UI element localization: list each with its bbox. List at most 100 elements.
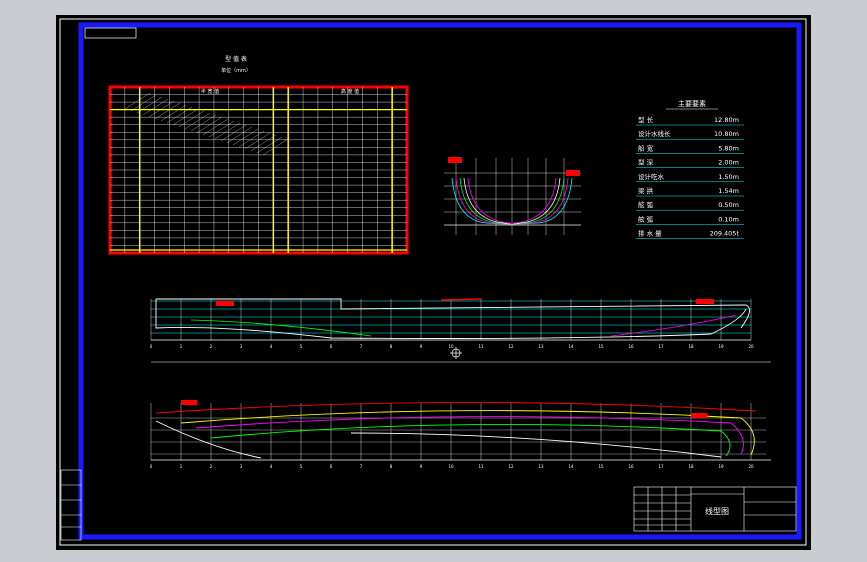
half-breadth-plan: 0 1 2 3 4 5 6 7 8 9 10 11 12 13 14 15 16 17 18 19 20 [150,400,771,469]
drawing-sheet: 型 值 表 单位（mm） 半 宽 值 高 度 值 主要要素 型 长 12.80m 设计… [56,15,811,550]
table-hatch [208,120,235,138]
dims-value: 209.405t [710,230,740,238]
station-label: 9 [420,464,423,469]
table-hatch [244,132,271,150]
station-label: 5 [300,344,303,349]
dims-label: 设计水线长 [638,129,671,138]
waterline-curve [155,420,262,459]
table-hatch [220,124,247,142]
table-hatch [130,94,157,112]
station-label: 18 [688,464,694,469]
corner-tag [84,27,137,39]
dims-title: 主要要素 [678,99,706,108]
station-label: 16 [628,464,634,469]
table-hatch [190,114,217,132]
sheer-line [156,298,750,329]
table-hatch [202,118,229,136]
station-label: 8 [390,464,393,469]
table-header-left: 半 宽 值 [201,88,219,95]
dims-label: 舷 弧 [638,200,654,209]
station-label: 16 [628,344,634,349]
table-hatch [214,122,241,140]
dims-value: 2.00m [718,159,739,167]
lines-plan-drawing: 型 值 表 单位（mm） 半 宽 值 高 度 值 主要要素 型 长 12.80m 设计… [59,18,807,546]
station-label: 18 [688,344,694,349]
station-label: 13 [538,464,544,469]
dims-label: 梁 拱 [638,186,654,195]
dims-value: 10.80m [714,130,739,138]
profile-annot [216,301,234,306]
station-label: 3 [240,464,243,469]
table-hatch [136,96,163,114]
station-label: 19 [718,464,724,469]
table-hatch [232,128,259,146]
hb-annot [691,413,707,418]
dims-value: 12.80m [714,116,739,124]
station-label: 15 [598,344,604,349]
dims-label: 设计吃水 [638,172,665,181]
station-label: 13 [538,344,544,349]
waterline-curve [350,432,722,458]
table-title: 型 值 表 [225,55,247,63]
station-label: 0 [150,344,153,349]
station-label: 0 [150,464,153,469]
dims-value: 0.10m [718,215,739,223]
waterline-curve [155,402,757,414]
station-label: 4 [270,344,273,349]
dims-label: 排 水 量 [638,229,662,238]
station-label: 2 [210,344,213,349]
station-label: 8 [390,344,393,349]
table-hatch [262,138,289,156]
table-hatch [256,136,283,154]
table-hatch [196,116,223,134]
dims-label: 船 宽 [638,143,654,152]
profile-annot [696,299,714,304]
dims-label: 型 长 [638,115,654,124]
dims-value: 1.54m [718,187,739,195]
table-hatch [160,104,187,122]
hb-annot [181,400,197,405]
station-label: 1 [180,344,183,349]
station-label: 7 [360,464,363,469]
station-label: 2 [210,464,213,469]
dims-label: 型 深 [638,158,654,167]
station-label: 1 [180,464,183,469]
table-unit: 单位（mm） [221,67,251,74]
station-label: 17 [658,464,664,469]
station-label: 20 [748,464,754,469]
station-label: 11 [478,464,484,469]
table-hatch [250,134,277,152]
station-label: 12 [508,464,514,469]
station-label: 6 [330,464,333,469]
dims-value: 5.80m [718,144,739,152]
station-label: 4 [270,464,273,469]
station-label: 7 [360,344,363,349]
offsets-table: 半 宽 值高 度 值 [108,85,409,255]
station-label: 9 [420,344,423,349]
table-hatch [226,126,253,144]
drawing-name: 线型图 [705,506,729,516]
profile-annot [440,298,482,301]
table-hatch [148,100,175,118]
waterline-curve [210,423,731,457]
station-label: 6 [330,344,333,349]
dims-value: 0.50m [718,201,739,209]
sheer-plan: 0 1 2 3 4 5 6 7 8 9 10 11 12 13 14 15 16 17 18 19 20 [150,298,771,363]
left-stamp [60,469,82,541]
table-header-right: 高 度 值 [341,88,359,95]
dims-label: 舷 弧 [638,214,654,223]
body-plan [444,157,581,235]
body-label-box [448,157,462,163]
dims-value: 1.50m [718,173,739,181]
station-label: 15 [598,464,604,469]
principal-dimensions-list: 型 长 12.80m 设计水线长 10.80m 船 宽 5.80m 型 深 2.00m 设计吃水… [636,115,744,239]
station-label: 14 [568,464,574,469]
station-label: 12 [508,344,514,349]
table-hatch [154,102,181,120]
station-label: 11 [478,344,484,349]
station-label: 10 [448,344,454,349]
outer-frame [59,18,807,546]
table-hatch [124,92,151,110]
station-label: 5 [300,464,303,469]
station-label: 17 [658,344,664,349]
